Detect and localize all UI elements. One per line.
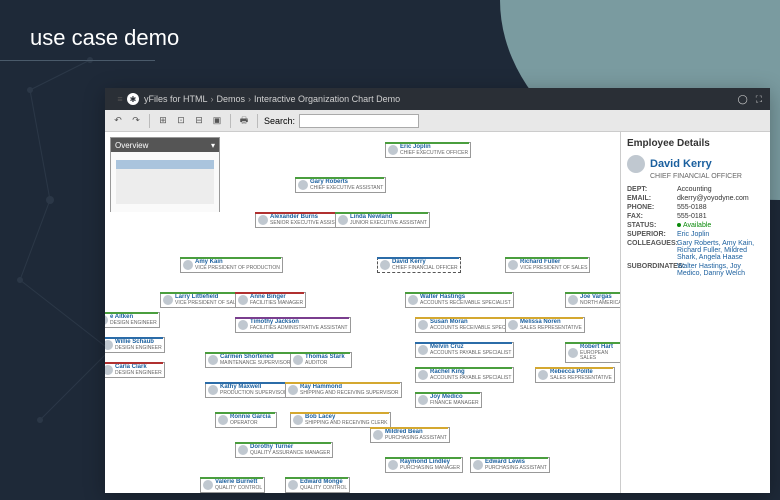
org-node[interactable]: Melissa NorenSALES REPRESENTATIVE <box>505 317 585 333</box>
toolbar: ↶ ↷ ⊞ ⊡ ⊟ ▣ 🖶 Search: <box>105 110 770 132</box>
breadcrumb-page: Interactive Organization Chart Demo <box>254 94 400 104</box>
details-header: Employee Details <box>627 138 764 149</box>
overview-title: Overview <box>115 141 148 150</box>
org-node[interactable]: Mildred BeanPURCHASING ASSISTANT <box>370 427 450 443</box>
status-badge: Available <box>677 222 764 229</box>
breadcrumb-section[interactable]: Demos <box>217 94 246 104</box>
org-node[interactable]: Walter HastingsACCOUNTS RECEIVABLE SPECI… <box>405 292 514 308</box>
org-node[interactable]: Gary RobertsCHIEF EXECUTIVE ASSISTANT <box>295 177 386 193</box>
logo-icon: ✱ <box>127 93 139 105</box>
org-node[interactable]: Eric JoplinCHIEF EXECUTIVE OFFICER <box>385 142 471 158</box>
org-node[interactable]: Ronnie GarciaOPERATOR <box>215 412 277 428</box>
fit-icon[interactable]: ▣ <box>210 114 224 128</box>
github-icon[interactable]: ◯ <box>738 94 748 105</box>
org-node[interactable]: Melvin CruzACCOUNTS PAYABLE SPECIALIST <box>415 342 514 358</box>
overview-panel[interactable]: Overview ▾ <box>110 137 220 212</box>
breadcrumb-product[interactable]: yFiles for HTML <box>144 94 208 104</box>
details-role: CHIEF FINANCIAL OFFICER <box>650 173 764 180</box>
zoom-out-icon[interactable]: ⊟ <box>192 114 206 128</box>
topbar: ≡ ✱ yFiles for HTML › Demos › Interactiv… <box>105 88 770 110</box>
org-node[interactable]: Carla ClarkDESIGN ENGINEER <box>105 362 165 378</box>
org-node[interactable]: Bob LaceySHIPPING AND RECEIVING CLERK <box>290 412 391 428</box>
chevron-right-icon: › <box>248 94 251 104</box>
redo-icon[interactable]: ↷ <box>129 114 143 128</box>
org-node[interactable]: Timothy JacksonFACILITIES ADMINISTRATIVE… <box>235 317 351 333</box>
org-node[interactable]: Larry LittlefieldVICE PRESIDENT OF SALES <box>160 292 245 308</box>
overview-minimap[interactable] <box>111 152 219 212</box>
org-node[interactable]: Dorothy TurnerQUALITY ASSURANCE MANAGER <box>235 442 333 458</box>
avatar <box>388 145 398 155</box>
org-node[interactable]: Willie SchaubDESIGN ENGINEER <box>105 337 165 353</box>
org-node[interactable]: Valerie BurnettQUALITY CONTROL <box>200 477 265 493</box>
app-window: ≡ ✱ yFiles for HTML › Demos › Interactiv… <box>105 88 770 493</box>
print-icon[interactable]: 🖶 <box>237 114 251 128</box>
org-node[interactable]: e AitkenDESIGN ENGINEER <box>105 312 160 328</box>
colleagues-links[interactable]: Gary Roberts, Amy Kain, Richard Fuller, … <box>677 240 764 261</box>
details-panel: Employee Details David Kerry CHIEF FINAN… <box>620 132 770 493</box>
page-title: use case demo <box>30 25 179 51</box>
menu-icon[interactable]: ≡ <box>113 92 127 106</box>
details-employee-name: David Kerry <box>627 155 764 173</box>
org-node[interactable]: Edward MongeQUALITY CONTROL <box>285 477 350 493</box>
org-node[interactable]: Ray HammondSHIPPING AND RECEIVING SUPERV… <box>285 382 402 398</box>
org-node[interactable]: Linda NewlandJUNIOR EXECUTIVE ASSISTANT <box>335 212 430 228</box>
org-node[interactable]: Amy KainVICE PRESIDENT OF PRODUCTION <box>180 257 283 273</box>
superior-link[interactable]: Eric Joplin <box>677 231 764 238</box>
search-input[interactable] <box>299 114 419 128</box>
search-label: Search: <box>264 116 295 126</box>
collapse-icon[interactable]: ▾ <box>211 141 215 150</box>
org-node[interactable]: Thomas StarkAUDITOR <box>290 352 352 368</box>
org-node[interactable]: Joy MedicoFINANCE MANAGER <box>415 392 482 408</box>
org-node[interactable]: Edward LewisPURCHASING ASSISTANT <box>470 457 550 473</box>
avatar <box>627 155 645 173</box>
fullscreen-icon[interactable]: ⛶ <box>756 94 762 105</box>
org-chart-canvas[interactable]: Overview ▾ Eric JoplinCHIEF EXECUTIVE OFF… <box>105 132 620 493</box>
subordinates-links[interactable]: Walter Hastings, Joy Medico, Danny Welch <box>677 263 764 277</box>
org-node[interactable]: Robert HartEUROPEAN SALES <box>565 342 620 363</box>
zoom-reset-icon[interactable]: ⊡ <box>174 114 188 128</box>
org-node[interactable]: Richard FullerVICE PRESIDENT OF SALES <box>505 257 590 273</box>
org-node[interactable]: Rebecca PoliteSALES REPRESENTATIVE <box>535 367 615 383</box>
org-node[interactable]: Anne BingerFACILITIES MANAGER <box>235 292 306 308</box>
org-node[interactable]: Raymond LindleyPURCHASING MANAGER <box>385 457 463 473</box>
org-node[interactable]: Rachel KingACCOUNTS PAYABLE SPECIALIST <box>415 367 514 383</box>
title-underline <box>0 60 155 61</box>
org-node[interactable]: Joe VargasNORTH AMERICA <box>565 292 620 308</box>
undo-icon[interactable]: ↶ <box>111 114 125 128</box>
org-node[interactable]: Kathy MaxwellPRODUCTION SUPERVISOR <box>205 382 291 398</box>
org-node-selected[interactable]: David KerryCHIEF FINANCIAL OFFICER <box>377 257 461 273</box>
org-node[interactable]: Carmen ShortenedMAINTENANCE SUPERVISOR <box>205 352 293 368</box>
chevron-right-icon: › <box>211 94 214 104</box>
zoom-in-icon[interactable]: ⊞ <box>156 114 170 128</box>
